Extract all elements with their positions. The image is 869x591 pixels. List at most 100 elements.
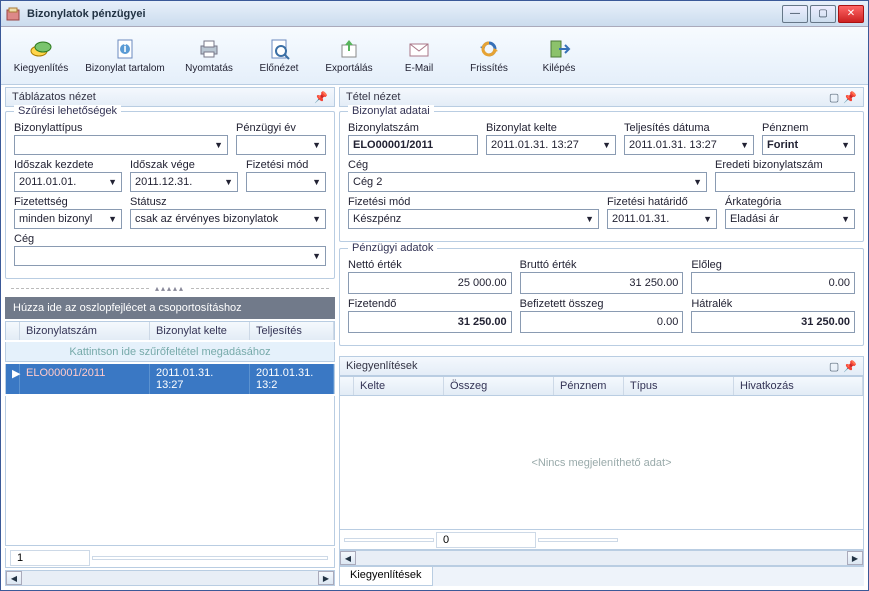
left-panel-header: Táblázatos nézet 📌 bbox=[5, 87, 335, 107]
toolbar: Kiegyenlítés i Bizonylat tartalom Nyomta… bbox=[1, 27, 868, 85]
chevron-down-icon: ▼ bbox=[693, 177, 702, 187]
scroll-right-icon[interactable]: ▶ bbox=[847, 551, 863, 565]
exit-icon bbox=[547, 37, 571, 61]
close-button[interactable]: ✕ bbox=[838, 5, 864, 23]
ke-col-hivatkozas[interactable]: Hivatkozás bbox=[734, 377, 863, 395]
ceg-combo[interactable]: Cég 2▼ bbox=[348, 172, 707, 192]
chevron-down-icon: ▼ bbox=[841, 214, 850, 224]
pin-icon[interactable]: 📌 bbox=[843, 360, 857, 373]
brutto-field: 31 250.00 bbox=[520, 272, 684, 294]
maximize-panel-icon[interactable]: ▢ bbox=[829, 360, 839, 373]
kelte-combo[interactable]: 2011.01.31. 13:27▼ bbox=[486, 135, 616, 155]
idoszak-kezdete-combo[interactable]: 2011.01.01.▼ bbox=[14, 172, 122, 192]
ke-hscroll[interactable]: ◀ ▶ bbox=[339, 550, 864, 566]
scroll-left-icon[interactable]: ◀ bbox=[340, 551, 356, 565]
statusz-combo[interactable]: csak az érvényes bizonylatok▼ bbox=[130, 209, 326, 229]
money-icon bbox=[29, 37, 53, 61]
chevron-down-icon: ▼ bbox=[224, 177, 233, 187]
chevron-down-icon: ▼ bbox=[703, 214, 712, 224]
chevron-down-icon: ▼ bbox=[214, 140, 223, 150]
grid-footer: 1 bbox=[5, 548, 335, 568]
bizonylatszam-field[interactable]: ELO00001/2011 bbox=[348, 135, 478, 155]
row-selector-header[interactable] bbox=[6, 322, 20, 340]
fizetesi-mod-combo[interactable]: Készpénz▼ bbox=[348, 209, 599, 229]
toolbar-email[interactable]: E-Mail bbox=[385, 30, 453, 82]
refresh-icon bbox=[477, 37, 501, 61]
ke-col-osszeg[interactable]: Összeg bbox=[444, 377, 554, 395]
grid-row-selected[interactable]: ▶ ELO00001/2011 2011.01.31. 13:27 2011.0… bbox=[5, 364, 335, 394]
toolbar-kiegyenlites[interactable]: Kiegyenlítés bbox=[7, 30, 75, 82]
ke-grid-body[interactable]: <Nincs megjeleníthető adat> bbox=[339, 395, 864, 530]
penzugyi-ev-combo[interactable]: ▼ bbox=[236, 135, 326, 155]
collapse-bar[interactable]: ▴▴▴▴▴ bbox=[5, 283, 335, 293]
col-teljesites[interactable]: Teljesítés bbox=[250, 322, 334, 340]
kiegyenlitesek-header: Kiegyenlítések ▢ 📌 bbox=[339, 356, 864, 376]
fizetendo-field: 31 250.00 bbox=[348, 311, 512, 333]
tab-kiegyenlitesek[interactable]: Kiegyenlítések bbox=[339, 567, 433, 586]
ke-row-selector[interactable] bbox=[340, 377, 354, 395]
toolbar-kilepes[interactable]: Kilépés bbox=[525, 30, 593, 82]
chevron-down-icon: ▼ bbox=[312, 214, 321, 224]
titlebar: Bizonylatok pénzügyei — ▢ ✕ bbox=[1, 1, 868, 27]
arkategoria-combo[interactable]: Eladási ár▼ bbox=[725, 209, 855, 229]
eloleg-field: 0.00 bbox=[691, 272, 855, 294]
befizetett-field: 0.00 bbox=[520, 311, 684, 333]
col-kelte[interactable]: Bizonylat kelte bbox=[150, 322, 250, 340]
chevron-down-icon: ▼ bbox=[841, 140, 850, 150]
svg-text:i: i bbox=[123, 43, 126, 55]
pin-icon[interactable]: 📌 bbox=[843, 91, 857, 104]
grid-header: Bizonylatszám Bizonylat kelte Teljesítés bbox=[5, 321, 335, 340]
teljesites-combo[interactable]: 2011.01.31. 13:27▼ bbox=[624, 135, 754, 155]
chevron-down-icon: ▼ bbox=[312, 251, 321, 261]
col-bizonylatszam[interactable]: Bizonylatszám bbox=[20, 322, 150, 340]
toolbar-frissites[interactable]: Frissítés bbox=[455, 30, 523, 82]
chevron-down-icon: ▼ bbox=[312, 177, 321, 187]
penznem-combo[interactable]: Forint▼ bbox=[762, 135, 855, 155]
toolbar-elonezet[interactable]: Előnézet bbox=[245, 30, 313, 82]
grid-hscroll[interactable]: ◀ ▶ bbox=[5, 570, 335, 586]
ke-col-tipus[interactable]: Típus bbox=[624, 377, 734, 395]
chevron-down-icon: ▼ bbox=[108, 214, 117, 224]
ceg-filter-combo[interactable]: ▼ bbox=[14, 246, 326, 266]
filter-groupbox: Szűrési lehetőségek Bizonylattípus ▼ Pén… bbox=[5, 111, 335, 279]
bizonylattipus-combo[interactable]: ▼ bbox=[14, 135, 228, 155]
toolbar-exportalas[interactable]: Exportálás bbox=[315, 30, 383, 82]
chevron-down-icon: ▼ bbox=[602, 140, 611, 150]
ke-grid-footer: 0 bbox=[339, 530, 864, 550]
eredeti-field[interactable] bbox=[715, 172, 855, 192]
ke-col-kelte[interactable]: Kelte bbox=[354, 377, 444, 395]
grid-filter-row[interactable]: Kattintson ide szűrőfeltétel megadásához bbox=[5, 342, 335, 362]
scroll-right-icon[interactable]: ▶ bbox=[318, 571, 334, 585]
grid-body[interactable] bbox=[5, 396, 335, 546]
export-icon bbox=[337, 37, 361, 61]
fizetettseg-combo[interactable]: minden bizonyl▼ bbox=[14, 209, 122, 229]
pin-icon[interactable]: 📌 bbox=[314, 91, 328, 104]
doc-groupbox: Bizonylat adatai Bizonylatszám ELO00001/… bbox=[339, 111, 864, 242]
document-info-icon: i bbox=[113, 37, 137, 61]
row-indicator-icon: ▶ bbox=[6, 364, 20, 394]
window-title: Bizonylatok pénzügyei bbox=[27, 8, 780, 20]
scroll-left-icon[interactable]: ◀ bbox=[6, 571, 22, 585]
printer-icon bbox=[197, 37, 221, 61]
ke-grid-header: Kelte Összeg Pénznem Típus Hivatkozás bbox=[339, 376, 864, 395]
fizetesi-hatar-combo[interactable]: 2011.01.31.▼ bbox=[607, 209, 717, 229]
preview-icon bbox=[267, 37, 291, 61]
toolbar-nyomtatas[interactable]: Nyomtatás bbox=[175, 30, 243, 82]
email-icon bbox=[407, 37, 431, 61]
chevron-down-icon: ▼ bbox=[312, 140, 321, 150]
maximize-button[interactable]: ▢ bbox=[810, 5, 836, 23]
financial-groupbox: Pénzügyi adatok Nettó érték25 000.00 Bru… bbox=[339, 248, 864, 346]
chevron-down-icon: ▼ bbox=[585, 214, 594, 224]
hatralek-field: 31 250.00 bbox=[691, 311, 855, 333]
app-window: Bizonylatok pénzügyei — ▢ ✕ Kiegyenlítés… bbox=[0, 0, 869, 591]
minimize-button[interactable]: — bbox=[782, 5, 808, 23]
ke-col-penznem[interactable]: Pénznem bbox=[554, 377, 624, 395]
right-panel-header: Tétel nézet ▢ 📌 bbox=[339, 87, 864, 107]
fizetesi-mod-filter-combo[interactable]: ▼ bbox=[246, 172, 326, 192]
group-by-hint[interactable]: Húzza ide az oszlopfejlécet a csoportosí… bbox=[5, 297, 335, 319]
toolbar-bizonylat-tartalom[interactable]: i Bizonylat tartalom bbox=[77, 30, 173, 82]
tabstrip: Kiegyenlítések bbox=[339, 566, 864, 586]
idoszak-vege-combo[interactable]: 2011.12.31.▼ bbox=[130, 172, 238, 192]
maximize-panel-icon[interactable]: ▢ bbox=[829, 91, 839, 104]
netto-field: 25 000.00 bbox=[348, 272, 512, 294]
